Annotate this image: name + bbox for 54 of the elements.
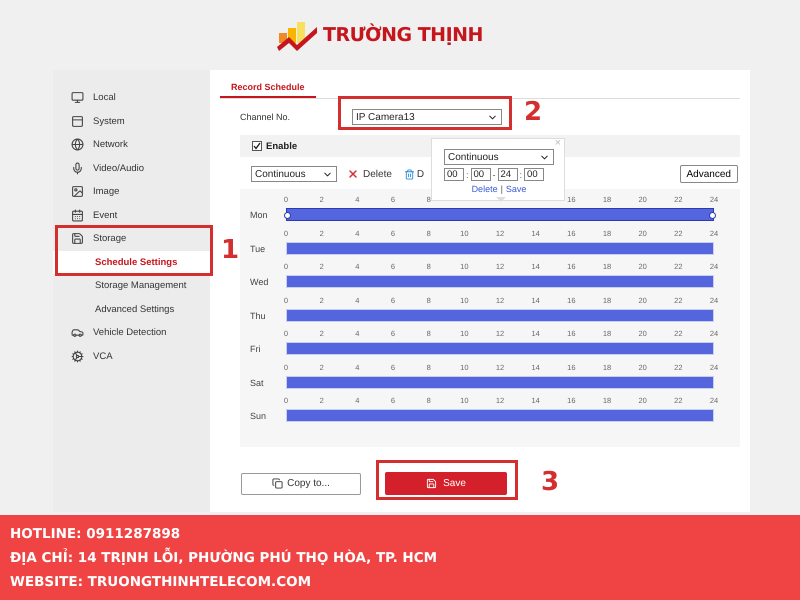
- image-icon: [71, 185, 84, 198]
- time-field[interactable]: 00: [444, 168, 464, 181]
- sidebar-item[interactable]: Storage: [53, 227, 210, 250]
- drag-handle[interactable]: [709, 212, 716, 219]
- copy-button[interactable]: Copy to...: [241, 472, 361, 494]
- separator: |: [500, 184, 503, 194]
- time-field[interactable]: 24: [498, 168, 518, 181]
- contact-line: ĐỊA CHỈ: 14 TRỊNH LỖI, PHƯỜNG PHÚ THỌ HÒA, TP. HCM: [10, 550, 438, 566]
- annotation-number: 2: [524, 97, 542, 127]
- sidebar-subitem[interactable]: Advanced Settings: [53, 298, 210, 321]
- field-label: Channel No.: [240, 112, 292, 122]
- delete-button[interactable]: Delete: [347, 168, 392, 180]
- delete-link[interactable]: Delete: [472, 184, 498, 194]
- trash-icon: [404, 168, 415, 180]
- contact-line: WEBSITE: TRUONGTHINHTELECOM.COM: [10, 574, 312, 590]
- sidebar-item[interactable]: System: [53, 110, 210, 133]
- sidebar-item[interactable]: Vehicle Detection: [53, 321, 210, 344]
- enable-checkbox[interactable]: [252, 141, 262, 151]
- sidebar-item[interactable]: Network: [53, 133, 210, 156]
- save-button[interactable]: Save: [385, 472, 507, 495]
- copy-icon: [272, 478, 284, 489]
- mode-select[interactable]: Continuous: [251, 166, 337, 182]
- calendar-icon: [71, 208, 84, 222]
- gear-icon: [71, 350, 84, 363]
- annotation-number: 3: [541, 467, 560, 497]
- sidebar-item[interactable]: VCA: [53, 344, 210, 368]
- time-field[interactable]: 00: [524, 168, 544, 181]
- sidebar-item[interactable]: Event: [53, 204, 210, 227]
- monitor-icon: [71, 91, 84, 104]
- sidebar-item[interactable]: Video/Audio: [53, 156, 210, 180]
- sidebar-subitem[interactable]: Storage Management: [53, 274, 210, 298]
- brand-name: TRƯỜNG THỊNH: [323, 24, 483, 46]
- cross-icon: [347, 168, 359, 180]
- tab[interactable]: Record Schedule: [220, 78, 316, 98]
- sidebar-item[interactable]: Image: [53, 180, 210, 204]
- time-separator: -: [492, 170, 496, 180]
- delete-all-button[interactable]: D: [404, 168, 424, 180]
- window-icon: [71, 114, 84, 128]
- time-separator: :: [520, 170, 522, 180]
- enable-label: Enable: [266, 140, 298, 152]
- logo-icon: [277, 19, 320, 51]
- sidebar-item[interactable]: Local: [53, 86, 210, 110]
- annotation-number: 1: [221, 235, 240, 265]
- save-link[interactable]: Save: [506, 184, 526, 194]
- microphone-icon: [71, 162, 84, 175]
- contact-line: HOTLINE: 0911287898: [10, 526, 182, 542]
- time-field[interactable]: 00: [470, 168, 491, 181]
- drag-handle[interactable]: [284, 212, 291, 219]
- popup-mode-select[interactable]: Continuous: [444, 149, 554, 165]
- channel-select[interactable]: IP Camera13: [352, 109, 502, 125]
- time-separator: :: [466, 170, 469, 180]
- advanced-button[interactable]: Advanced: [680, 165, 738, 183]
- globe-icon: [71, 138, 84, 152]
- sidebar-subitem[interactable]: Schedule Settings: [53, 250, 210, 274]
